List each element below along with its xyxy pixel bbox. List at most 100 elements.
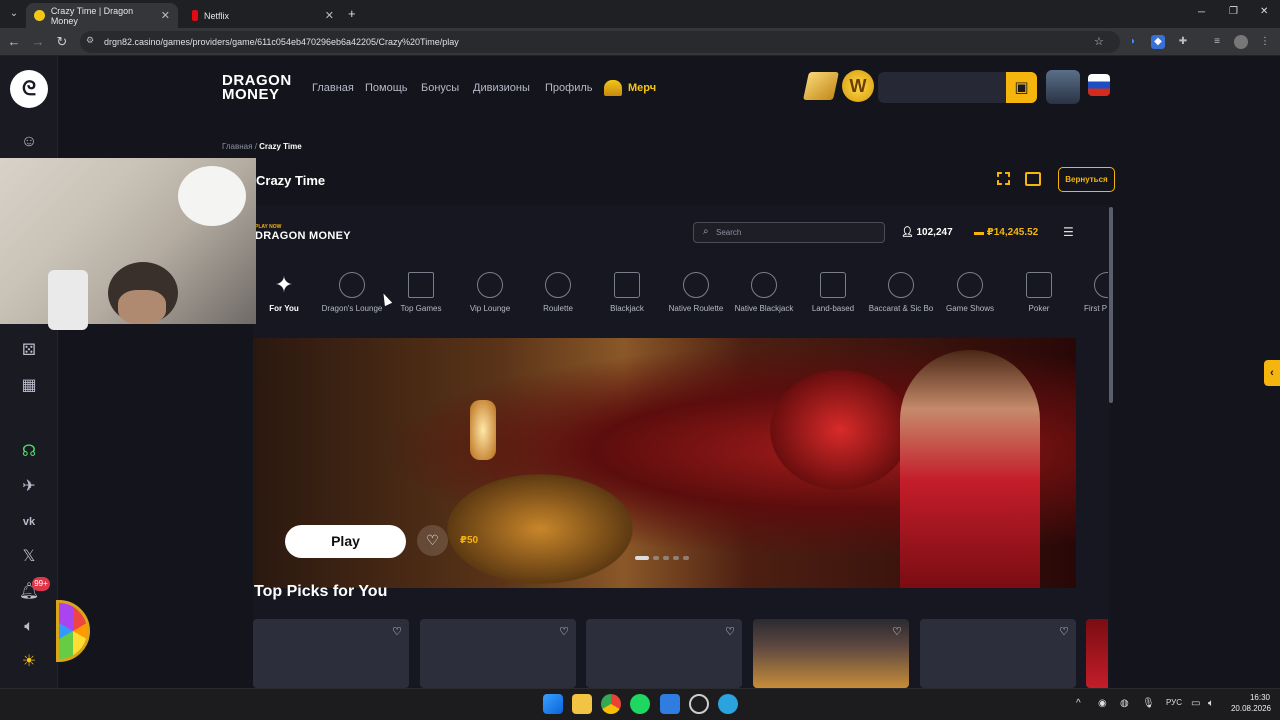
vk-icon[interactable]: vk bbox=[18, 511, 40, 533]
close-tab-icon[interactable]: ✕ bbox=[325, 9, 334, 22]
category-for-you[interactable]: ✦ For You bbox=[251, 270, 317, 314]
category-roulette[interactable]: Roulette bbox=[525, 270, 591, 314]
carousel-dot[interactable] bbox=[673, 556, 679, 560]
extension-icon[interactable]: ◗ bbox=[1126, 35, 1140, 49]
x-twitter-icon[interactable]: 𝕏 bbox=[18, 546, 40, 568]
maximize-icon[interactable]: ❐ bbox=[1229, 6, 1238, 17]
browser-menu-icon[interactable]: ⋮ bbox=[1258, 35, 1272, 49]
breadcrumb-home[interactable]: Главная bbox=[222, 142, 252, 151]
w-coin-icon[interactable]: W bbox=[842, 70, 874, 102]
heart-icon[interactable]: ♡ bbox=[725, 625, 735, 638]
forward-arrow-icon[interactable]: → bbox=[30, 34, 46, 50]
nav-merch[interactable]: Мерч bbox=[604, 80, 656, 96]
category-poker[interactable]: Poker bbox=[1006, 270, 1072, 314]
category-label: Native Blackjack bbox=[734, 304, 794, 313]
game-card[interactable] bbox=[1086, 619, 1108, 688]
tab-crazy-time[interactable]: Crazy Time | Dragon Money ✕ bbox=[26, 3, 178, 28]
game-card[interactable]: ♡ bbox=[420, 619, 576, 688]
theater-mode-icon[interactable] bbox=[1025, 172, 1041, 186]
nav-help[interactable]: Помощь bbox=[365, 82, 408, 94]
volume-icon[interactable]: 🔈︎ bbox=[18, 616, 40, 638]
category-vip-lounge[interactable]: Vip Lounge bbox=[457, 270, 523, 314]
windows-start-icon[interactable] bbox=[543, 694, 563, 714]
category-blackjack[interactable]: Blackjack bbox=[594, 270, 660, 314]
game-scrollbar[interactable] bbox=[1109, 207, 1113, 403]
minimize-icon[interactable]: ─ bbox=[1198, 7, 1205, 18]
russian-flag-icon[interactable] bbox=[1088, 74, 1110, 96]
tray-chevron-icon[interactable]: ^ bbox=[1076, 698, 1081, 709]
shield-extension-icon[interactable]: ◆ bbox=[1151, 35, 1165, 49]
file-explorer-icon[interactable] bbox=[572, 694, 592, 714]
new-tab-button[interactable]: + bbox=[348, 6, 356, 21]
chrome-icon[interactable] bbox=[601, 694, 621, 714]
bookmark-star-icon[interactable]: ☆ bbox=[1094, 35, 1104, 48]
language-indicator[interactable]: РУС bbox=[1166, 698, 1182, 707]
tab-netflix[interactable]: Netflix ✕ bbox=[184, 3, 342, 28]
reading-list-icon[interactable]: ≡ bbox=[1210, 35, 1224, 49]
slots-icon[interactable]: ▦ bbox=[18, 375, 40, 397]
site-info-icon[interactable]: ⚙ bbox=[86, 35, 94, 46]
category-top-games[interactable]: Top Games bbox=[388, 270, 454, 314]
network-icon[interactable]: ▭ bbox=[1191, 698, 1200, 709]
game-card[interactable]: ♡ bbox=[753, 619, 909, 688]
category-native-blackjack[interactable]: Native Blackjack bbox=[731, 270, 797, 314]
game-card[interactable]: ♡ bbox=[253, 619, 409, 688]
lobby-search-input[interactable] bbox=[716, 223, 880, 241]
discord-icon[interactable]: ◉ bbox=[1098, 698, 1107, 709]
app-grid-icon[interactable] bbox=[660, 694, 680, 714]
nav-profile[interactable]: Профиль bbox=[545, 82, 593, 94]
brightness-icon[interactable]: ☀ bbox=[18, 651, 40, 673]
extensions-puzzle-icon[interactable]: ✚ bbox=[1176, 35, 1190, 49]
speaker-icon[interactable]: 🔈︎ bbox=[1208, 698, 1214, 709]
category-game-shows[interactable]: Game Shows bbox=[937, 270, 1003, 314]
lobby-menu-icon[interactable]: ☰ bbox=[1063, 225, 1074, 239]
profile-avatar-icon[interactable] bbox=[1234, 35, 1248, 49]
fullscreen-icon[interactable] bbox=[997, 172, 1010, 185]
user-avatar[interactable] bbox=[1046, 70, 1080, 104]
steam-tray-icon[interactable]: ◍ bbox=[1120, 698, 1129, 709]
close-window-icon[interactable]: ✕ bbox=[1260, 6, 1268, 17]
back-arrow-icon[interactable]: ← bbox=[6, 34, 22, 50]
carousel-dot[interactable] bbox=[653, 556, 659, 560]
heart-icon[interactable]: ♡ bbox=[392, 625, 402, 638]
favorite-heart-icon[interactable]: ♡ bbox=[417, 525, 448, 556]
microphone-tray-icon[interactable]: 🎙︎ bbox=[1142, 698, 1155, 709]
game-card[interactable]: ♡ bbox=[586, 619, 742, 688]
telegram-icon[interactable]: ✈ bbox=[18, 476, 40, 498]
category-native-roulette[interactable]: Native Roulette bbox=[663, 270, 729, 314]
nav-bonuses[interactable]: Бонусы bbox=[421, 82, 459, 94]
category-dragons-lounge[interactable]: Dragon's Lounge bbox=[319, 270, 385, 314]
wallet-button[interactable]: ▣ bbox=[1006, 72, 1037, 103]
clock-date[interactable]: 20.08.2026 bbox=[1229, 704, 1271, 713]
carousel-dots[interactable] bbox=[635, 556, 689, 560]
heart-icon[interactable]: ♡ bbox=[1059, 625, 1069, 638]
back-button[interactable]: Вернуться bbox=[1058, 167, 1115, 192]
reload-icon[interactable]: ↻ bbox=[54, 34, 70, 50]
gold-bar-icon[interactable] bbox=[803, 72, 839, 100]
dice-icon[interactable]: ⚄ bbox=[18, 340, 40, 362]
spotify-icon[interactable] bbox=[630, 694, 650, 714]
carousel-dot[interactable] bbox=[635, 556, 649, 560]
tab-search-icon[interactable]: ⌄ bbox=[6, 6, 22, 22]
heart-icon[interactable]: ♡ bbox=[559, 625, 569, 638]
telegram-taskbar-icon[interactable] bbox=[718, 694, 738, 714]
category-first-person[interactable]: First P bbox=[1074, 270, 1108, 314]
steam-like-icon[interactable] bbox=[689, 694, 709, 714]
category-baccarat-sic-bo[interactable]: Baccarat & Sic Bo bbox=[868, 270, 934, 314]
headset-support-icon[interactable]: ☊ bbox=[18, 441, 40, 463]
chevron-left-icon[interactable]: ‹ bbox=[1264, 360, 1280, 386]
clock-time[interactable]: 16:30 bbox=[1240, 693, 1270, 702]
smiley-icon[interactable]: ☺ bbox=[18, 131, 40, 153]
close-tab-icon[interactable]: ✕ bbox=[161, 9, 170, 22]
nav-divisions[interactable]: Дивизионы bbox=[473, 82, 530, 94]
game-card[interactable]: ♡ bbox=[920, 619, 1076, 688]
heart-icon[interactable]: ♡ bbox=[892, 625, 902, 638]
play-button[interactable]: Play bbox=[285, 525, 406, 558]
carousel-dot[interactable] bbox=[663, 556, 669, 560]
site-logo[interactable]: DRAGON MONEY bbox=[222, 73, 292, 102]
dragon-logo-icon[interactable]: ᘓ bbox=[10, 70, 48, 108]
carousel-dot[interactable] bbox=[683, 556, 689, 560]
category-land-based[interactable]: Land-based bbox=[800, 270, 866, 314]
nav-home[interactable]: Главная bbox=[312, 82, 354, 94]
fortune-wheel-icon[interactable] bbox=[56, 600, 90, 662]
